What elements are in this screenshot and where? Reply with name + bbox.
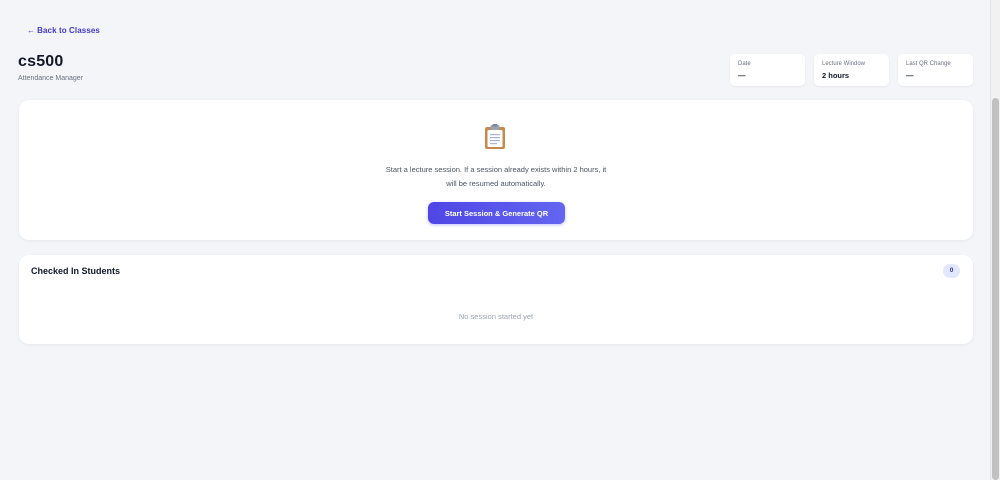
attendance-page: ← Back to Classes cs500 Attendance Manage… bbox=[0, 0, 1000, 480]
stat-value: 2 hours bbox=[822, 71, 850, 80]
stat-card-date: Date — bbox=[730, 54, 805, 86]
stat-card-lecture-window: Lecture Window 2 hours bbox=[814, 54, 889, 86]
stat-value: — bbox=[906, 71, 914, 80]
session-message-line2: will be resumed automatically. bbox=[446, 179, 546, 188]
page-subtitle: Attendance Manager bbox=[18, 75, 83, 82]
scrollbar-thumb[interactable] bbox=[992, 98, 999, 480]
stat-value: — bbox=[738, 71, 746, 80]
stat-label: Date bbox=[738, 61, 751, 67]
scrollbar-track[interactable] bbox=[990, 0, 1000, 480]
start-session-button[interactable]: Start Session & Generate QR bbox=[428, 202, 565, 224]
stat-label: Last QR Change bbox=[906, 61, 951, 67]
arrow-left-icon: ← bbox=[27, 26, 36, 35]
checked-in-students-card: Checked In Students 0 No session started… bbox=[19, 255, 973, 344]
student-count-badge: 0 bbox=[943, 264, 960, 278]
back-link-label: Back to Classes bbox=[37, 26, 100, 35]
page-title: cs500 bbox=[18, 53, 64, 70]
stat-card-last-qr-change: Last QR Change — bbox=[898, 54, 973, 86]
session-card: Start a lecture session. If a session al… bbox=[19, 100, 973, 240]
back-to-classes-link[interactable]: ← Back to Classes bbox=[27, 26, 100, 35]
clipboard-icon bbox=[485, 124, 505, 149]
empty-state-message: No session started yet bbox=[458, 312, 534, 321]
students-section-title: Checked In Students bbox=[31, 266, 121, 276]
session-message-line1: Start a lecture session. If a session al… bbox=[385, 165, 607, 174]
stat-label: Lecture Window bbox=[822, 61, 866, 67]
